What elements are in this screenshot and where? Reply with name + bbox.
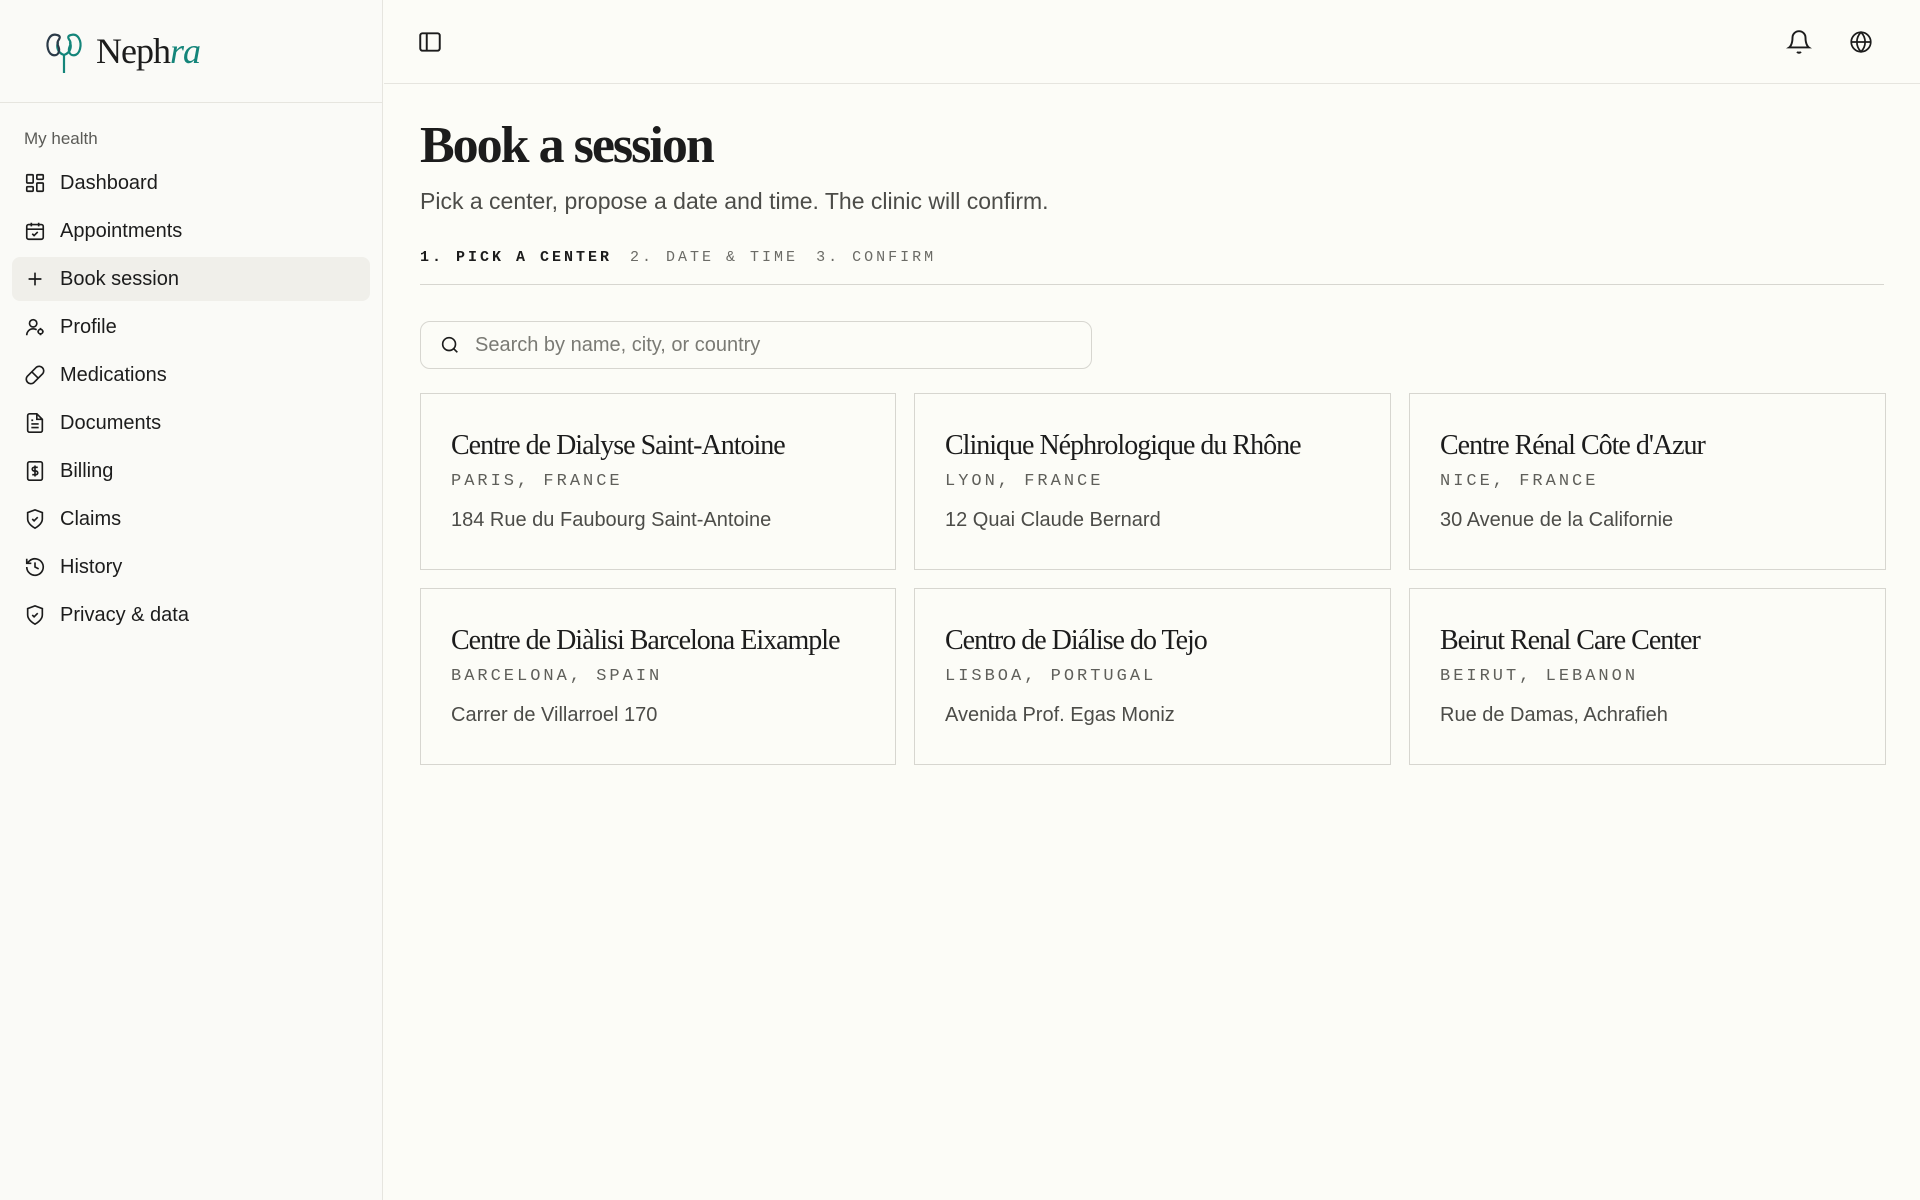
bell-icon[interactable] xyxy=(1785,28,1813,56)
sidebar-item-history[interactable]: History xyxy=(12,545,370,589)
pill-icon xyxy=(24,364,46,386)
center-location: LYON, FRANCE xyxy=(945,472,1104,491)
sidebar-item-medications[interactable]: Medications xyxy=(12,353,370,397)
history-icon xyxy=(24,556,46,578)
sidebar-item-dashboard[interactable]: Dashboard xyxy=(12,161,370,205)
page-title: Book a session xyxy=(420,117,715,174)
globe-icon[interactable] xyxy=(1847,28,1875,56)
sidebar-item-billing[interactable]: Billing xyxy=(12,449,370,493)
search-icon xyxy=(441,336,458,353)
sidebar-item-label: Book session xyxy=(60,267,179,290)
center-card[interactable]: Clinique Néphrologique du Rhône LYON, FR… xyxy=(914,393,1391,570)
center-address: Carrer de Villarroel 170 xyxy=(451,704,658,726)
shield-check-icon xyxy=(24,508,46,530)
kidney-logo-icon xyxy=(44,29,84,73)
sidebar-item-book-session[interactable]: Book session xyxy=(12,257,370,301)
center-card[interactable]: Beirut Renal Care Center BEIRUT, LEBANON… xyxy=(1409,588,1886,765)
sidebar-item-profile[interactable]: Profile xyxy=(12,305,370,349)
document-icon xyxy=(24,412,46,434)
centers-grid: Centre de Dialyse Saint-Antoine PARIS, F… xyxy=(420,393,1886,765)
brand[interactable]: Nephra xyxy=(0,0,382,103)
center-card[interactable]: Centre de Dialyse Saint-Antoine PARIS, F… xyxy=(420,393,896,570)
search-box[interactable] xyxy=(420,321,1092,369)
sidebar-item-label: Privacy & data xyxy=(60,603,189,626)
step-pick-center[interactable]: 1. PICK A CENTER xyxy=(420,249,612,266)
sidebar-item-label: Claims xyxy=(60,507,122,530)
center-location: LISBOA, PORTUGAL xyxy=(945,667,1157,686)
center-name: Centre Rénal Côte d'Azur xyxy=(1440,430,1706,461)
center-location: NICE, FRANCE xyxy=(1440,472,1599,491)
sidebar-toggle-icon[interactable] xyxy=(416,28,444,56)
center-location: BARCELONA, SPAIN xyxy=(451,667,663,686)
sidebar-item-label: Dashboard xyxy=(60,171,158,194)
dashboard-icon xyxy=(24,172,46,194)
sidebar-item-documents[interactable]: Documents xyxy=(12,401,370,445)
sidebar-item-label: History xyxy=(60,555,123,578)
sidebar-item-label: Profile xyxy=(60,315,117,338)
brand-name-accent: ra xyxy=(169,31,201,71)
center-address: Rue de Damas, Achrafieh xyxy=(1440,704,1668,726)
center-name: Clinique Néphrologique du Rhône xyxy=(945,430,1302,461)
center-address: 30 Avenue de la Californie xyxy=(1440,509,1674,531)
center-card[interactable]: Centre Rénal Côte d'Azur NICE, FRANCE 30… xyxy=(1409,393,1886,570)
sidebar-item-privacy[interactable]: Privacy & data xyxy=(12,593,370,637)
page-subtitle: Pick a center, propose a date and time. … xyxy=(420,188,1049,214)
center-card[interactable]: Centro de Diálise do Tejo LISBOA, PORTUG… xyxy=(914,588,1391,765)
step-date-time[interactable]: 2. DATE & TIME xyxy=(630,249,798,266)
sidebar-item-claims[interactable]: Claims xyxy=(12,497,370,541)
plus-icon xyxy=(24,268,46,290)
nav-section-label: My health xyxy=(24,129,98,148)
sidebar-item-label: Medications xyxy=(60,363,167,386)
sidebar-item-appointments[interactable]: Appointments xyxy=(12,209,370,253)
center-location: BEIRUT, LEBANON xyxy=(1440,667,1639,686)
center-card[interactable]: Centre de Diàlisi Barcelona Eixample BAR… xyxy=(420,588,896,765)
center-name: Centro de Diálise do Tejo xyxy=(945,625,1208,656)
sidebar: Nephra My health Dashboard Appointments … xyxy=(0,0,383,1200)
dollar-receipt-icon xyxy=(24,460,46,482)
brand-name-plain: Neph xyxy=(96,31,171,71)
calendar-icon xyxy=(24,220,46,242)
topbar xyxy=(384,0,1920,84)
center-address: 12 Quai Claude Bernard xyxy=(945,509,1161,531)
center-location: PARIS, FRANCE xyxy=(451,472,623,491)
sidebar-item-label: Appointments xyxy=(60,219,183,242)
center-name: Beirut Renal Care Center xyxy=(1440,625,1701,656)
center-name: Centre de Diàlisi Barcelona Eixample xyxy=(451,625,841,656)
sidebar-item-label: Billing xyxy=(60,459,114,482)
user-settings-icon xyxy=(24,316,46,338)
step-confirm[interactable]: 3. CONFIRM xyxy=(816,249,936,266)
main-content: Book a session Pick a center, propose a … xyxy=(420,84,1886,765)
center-name: Centre de Dialyse Saint-Antoine xyxy=(451,430,786,461)
center-address: 184 Rue du Faubourg Saint-Antoine xyxy=(451,509,772,531)
stepper: 1. PICK A CENTER 2. DATE & TIME 3. CONFI… xyxy=(420,249,1884,285)
shield-check-icon xyxy=(24,604,46,626)
sidebar-item-label: Documents xyxy=(60,411,162,434)
search-input[interactable] xyxy=(475,333,1075,357)
center-address: Avenida Prof. Egas Moniz xyxy=(945,704,1175,726)
brand-name: Nephra xyxy=(96,30,201,72)
